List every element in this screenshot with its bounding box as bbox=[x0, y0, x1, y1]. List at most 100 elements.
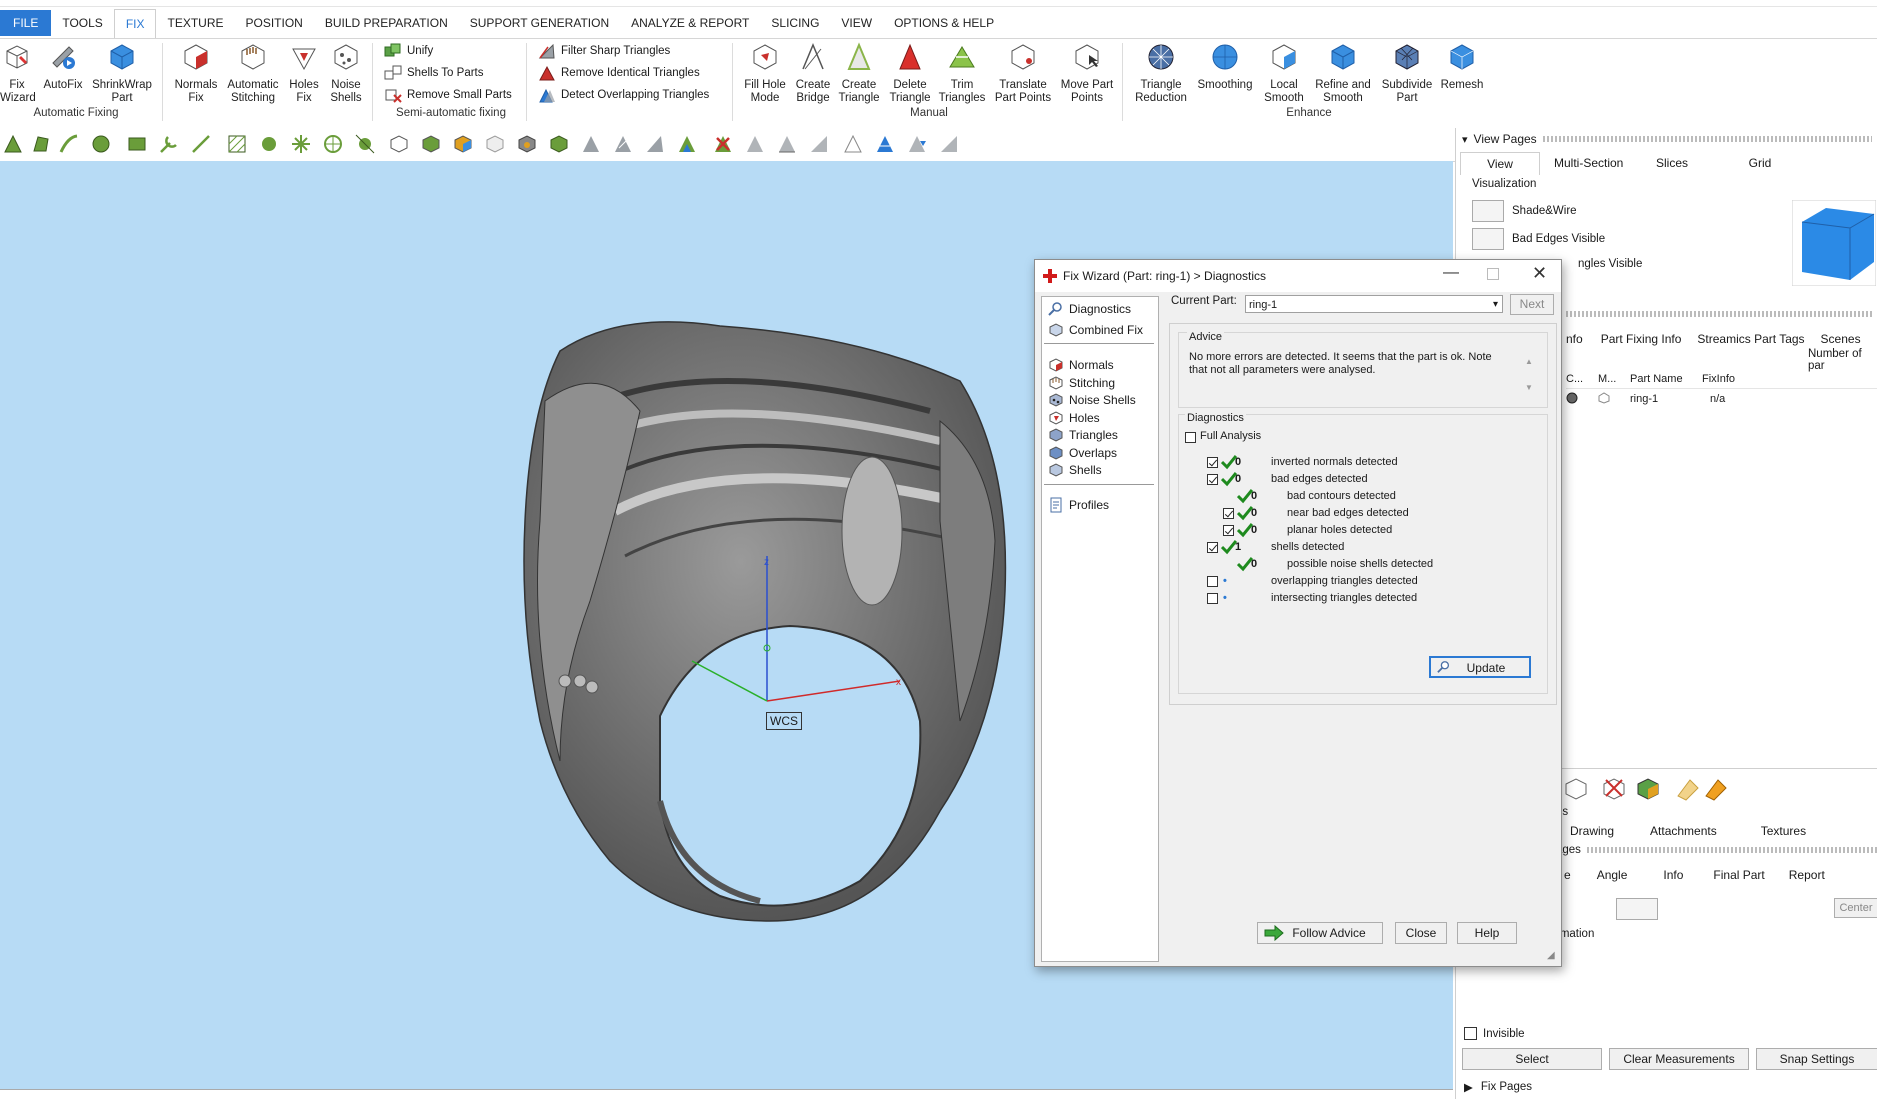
delete-triangle-button[interactable]: Delete Triangle bbox=[886, 41, 934, 105]
diag-row-checkbox[interactable] bbox=[1207, 457, 1218, 468]
triangle-blue-icon[interactable] bbox=[874, 133, 896, 155]
remove-small-parts-button[interactable]: Remove Small Parts bbox=[384, 85, 512, 105]
menu-tools[interactable]: TOOLS bbox=[51, 10, 113, 36]
translate-part-points-button[interactable]: Translate Part Points bbox=[990, 41, 1056, 105]
nav-triangles[interactable]: Triangles bbox=[1048, 427, 1118, 443]
diag-row-checkbox[interactable] bbox=[1207, 576, 1218, 587]
nav-holes[interactable]: Holes bbox=[1048, 410, 1100, 426]
snap-settings-button[interactable]: Snap Settings bbox=[1756, 1048, 1877, 1070]
smoothing-button[interactable]: Smoothing bbox=[1196, 41, 1254, 92]
expand-arrow-icon[interactable]: ▶ bbox=[1464, 1080, 1473, 1094]
follow-advice-button[interactable]: Follow Advice bbox=[1257, 922, 1383, 944]
grow-select-icon[interactable] bbox=[290, 133, 312, 155]
create-bridge-button[interactable]: Create Bridge bbox=[792, 41, 834, 105]
remesh-button[interactable]: Remesh bbox=[1438, 41, 1486, 92]
tab-grid[interactable]: Grid bbox=[1716, 152, 1804, 175]
full-analysis-checkbox[interactable] bbox=[1185, 432, 1196, 443]
fill-hole-mode-button[interactable]: Fill Hole Mode bbox=[740, 41, 790, 105]
shade-wire-row[interactable]: Shade&Wire bbox=[1472, 200, 1577, 222]
noise-shells-button[interactable]: Noise Shells bbox=[326, 41, 366, 105]
tab-slices[interactable]: Slices bbox=[1628, 152, 1716, 175]
menu-texture[interactable]: TEXTURE bbox=[156, 10, 234, 36]
measure-tool-dropdown[interactable] bbox=[1616, 898, 1658, 920]
triangle-tool-7-icon[interactable] bbox=[808, 133, 830, 155]
table-row[interactable]: ring-1 n/a bbox=[1566, 390, 1877, 408]
expand-select-icon[interactable] bbox=[258, 133, 280, 155]
menu-file[interactable]: FILE bbox=[0, 10, 52, 36]
local-smooth-button[interactable]: Local Smooth bbox=[1258, 41, 1310, 105]
filter-sharp-triangles-button[interactable]: Filter Sharp Triangles bbox=[538, 41, 670, 61]
fix-wizard-button[interactable]: Fix Wizard bbox=[0, 41, 36, 105]
maximize-icon[interactable] bbox=[1487, 268, 1499, 280]
line-select-icon[interactable] bbox=[190, 133, 212, 155]
menu-options-help[interactable]: OPTIONS & HELP bbox=[883, 10, 1005, 36]
triangle-flag-icon[interactable] bbox=[938, 133, 960, 155]
tab-info-measure[interactable]: Info bbox=[1645, 864, 1701, 886]
fix-pages-header[interactable]: ▶ Fix Pages bbox=[1464, 1080, 1532, 1094]
create-triangle-button[interactable]: Create Triangle bbox=[836, 41, 882, 105]
menu-view[interactable]: VIEW bbox=[830, 10, 883, 36]
part-icon-1[interactable] bbox=[388, 133, 410, 155]
view-cube-icon[interactable] bbox=[1792, 200, 1876, 286]
invisible-checkbox-row[interactable]: Invisible bbox=[1464, 1027, 1525, 1040]
curve-select-icon[interactable] bbox=[58, 133, 80, 155]
menu-build-preparation[interactable]: BUILD PREPARATION bbox=[314, 10, 459, 36]
part-icon-5[interactable] bbox=[516, 133, 538, 155]
tab-final-part[interactable]: Final Part bbox=[1701, 864, 1776, 886]
diag-row-checkbox[interactable] bbox=[1207, 474, 1218, 485]
menu-slicing[interactable]: SLICING bbox=[760, 10, 830, 36]
menu-support-generation[interactable]: SUPPORT GENERATION bbox=[459, 10, 620, 36]
advice-scrollbar[interactable]: ▲ ▼ bbox=[1525, 349, 1533, 401]
menu-fix[interactable]: FIX bbox=[113, 9, 157, 39]
triangle-tool-1-icon[interactable] bbox=[580, 133, 602, 155]
nav-shells[interactable]: Shells bbox=[1048, 462, 1102, 478]
shrink-select-icon[interactable] bbox=[354, 133, 376, 155]
invisible-checkbox[interactable] bbox=[1464, 1027, 1477, 1040]
triangle-select-icon[interactable] bbox=[2, 133, 24, 155]
subdivide-part-button[interactable]: Subdivide Part bbox=[1378, 41, 1436, 105]
select-button[interactable]: Select bbox=[1462, 1048, 1602, 1070]
triangle-outline-icon[interactable] bbox=[842, 133, 864, 155]
triangle-arrow-icon[interactable] bbox=[906, 133, 928, 155]
brush-select-icon[interactable] bbox=[158, 133, 180, 155]
normals-fix-button[interactable]: Normals Fix bbox=[170, 41, 222, 105]
tab-report[interactable]: Report bbox=[1777, 864, 1837, 886]
part-tools-icons[interactable] bbox=[1564, 776, 1744, 802]
nav-combined-fix[interactable]: Combined Fix bbox=[1048, 322, 1143, 338]
diag-row-checkbox[interactable] bbox=[1223, 525, 1234, 536]
update-button[interactable]: Update bbox=[1429, 656, 1531, 678]
current-part-select[interactable]: ring-1 ▾ bbox=[1245, 295, 1503, 313]
nav-overlaps[interactable]: Overlaps bbox=[1048, 445, 1117, 461]
dialog-titlebar[interactable]: Fix Wizard (Part: ring-1) > Diagnostics … bbox=[1035, 260, 1561, 292]
nav-noise-shells[interactable]: Noise Shells bbox=[1048, 392, 1136, 408]
part-icon-3[interactable] bbox=[452, 133, 474, 155]
next-button[interactable]: Next bbox=[1510, 294, 1554, 315]
detect-overlapping-triangles-button[interactable]: Detect Overlapping Triangles bbox=[538, 85, 709, 105]
tab-streamics-part-tags[interactable]: Streamics Part Tags bbox=[1689, 328, 1812, 350]
triangle-tool-6-icon[interactable] bbox=[776, 133, 798, 155]
part-icon-4[interactable] bbox=[484, 133, 506, 155]
tab-part-fixing-info[interactable]: Part Fixing Info bbox=[1593, 328, 1690, 350]
close-button[interactable]: Close bbox=[1395, 922, 1447, 944]
tab-textures[interactable]: Textures bbox=[1739, 820, 1828, 842]
tab-multi-section[interactable]: Multi-Section bbox=[1540, 152, 1628, 175]
close-icon[interactable]: ✕ bbox=[1532, 263, 1547, 284]
surface-select-icon[interactable] bbox=[30, 133, 52, 155]
nav-normals[interactable]: Normals bbox=[1048, 357, 1114, 373]
triangle-tool-3-icon[interactable] bbox=[644, 133, 666, 155]
mesh-select-icon[interactable] bbox=[226, 133, 248, 155]
triangle-tool-4-icon[interactable] bbox=[676, 133, 698, 155]
center-button[interactable]: Center bbox=[1834, 898, 1877, 918]
nav-profiles[interactable]: Profiles bbox=[1048, 497, 1109, 513]
bad-edges-icon[interactable] bbox=[1472, 228, 1504, 250]
nav-diagnostics[interactable]: Diagnostics bbox=[1048, 301, 1131, 317]
refine-smooth-button[interactable]: Refine and Smooth bbox=[1312, 41, 1374, 105]
tab-angle[interactable]: Angle bbox=[1579, 864, 1646, 886]
menu-analyze-report[interactable]: ANALYZE & REPORT bbox=[620, 10, 760, 36]
unify-button[interactable]: Unify bbox=[384, 41, 433, 61]
tab-attachments[interactable]: Attachments bbox=[1628, 820, 1739, 842]
move-part-points-button[interactable]: Move Part Points bbox=[1060, 41, 1114, 105]
tab-scenes[interactable]: Scenes bbox=[1813, 328, 1869, 350]
triangle-tool-5-icon[interactable] bbox=[744, 133, 766, 155]
trim-triangles-button[interactable]: Trim Triangles bbox=[938, 41, 986, 105]
